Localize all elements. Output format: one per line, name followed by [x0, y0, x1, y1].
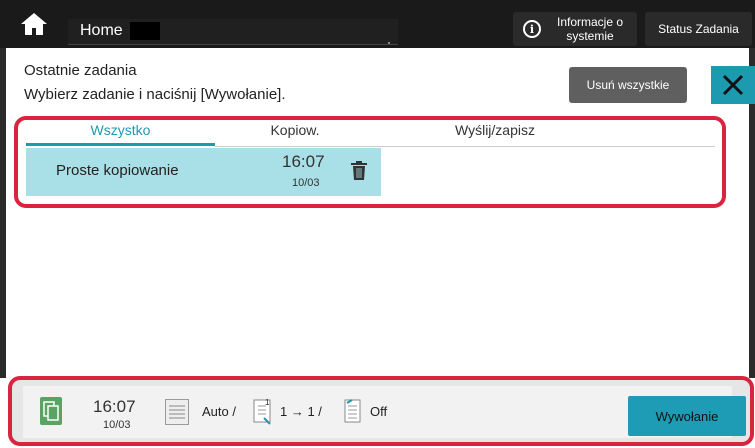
selected-job-date: 10/03: [103, 419, 131, 431]
tabs-divider: [215, 146, 715, 147]
copy-pages-icon: [43, 401, 59, 421]
page-instruction: Wybierz zadanie i naciśnij [Wywołanie].: [24, 86, 286, 103]
home-icon: [21, 13, 47, 35]
job-date: 10/03: [292, 177, 320, 189]
system-info-label: Informacje o systemie: [556, 15, 624, 43]
screen-border-left: [0, 48, 6, 378]
job-name: Proste kopiowanie: [56, 162, 179, 179]
job-time: 16:07: [282, 152, 325, 171]
paper-tray-icon: [169, 405, 185, 419]
finishing-setting: Off: [370, 404, 388, 419]
copy-job-icon: [40, 397, 62, 425]
duplex-setting: 1 → 1 /: [280, 404, 322, 419]
close-button[interactable]: [711, 66, 755, 104]
paper-icon: [165, 399, 189, 425]
home-button[interactable]: [12, 9, 56, 39]
close-icon: [722, 74, 744, 96]
page-title: Ostatnie zadania: [24, 62, 137, 79]
duplex-icon: 1: [253, 398, 271, 425]
tab-all[interactable]: Wszystko: [26, 122, 215, 138]
selected-job-time: 16:07: [93, 397, 136, 416]
recall-button[interactable]: Wywołanie: [628, 396, 746, 436]
trash-icon[interactable]: [350, 161, 368, 181]
delete-all-button[interactable]: Usuń wszystkie: [569, 67, 687, 103]
home-label: Home: [80, 22, 123, 39]
tab-copy[interactable]: Kopiow.: [230, 122, 360, 138]
system-info-button[interactable]: i Informacje o systemie: [513, 12, 637, 46]
dropdown-dot: [388, 42, 390, 44]
job-status-button[interactable]: Status Zadania: [645, 12, 752, 46]
info-icon: i: [523, 20, 541, 38]
tab-send-save[interactable]: Wyślij/zapisz: [420, 122, 570, 138]
paper-setting: Auto /: [202, 404, 236, 419]
tab-active-indicator: [26, 143, 215, 146]
address-field-fill: [130, 22, 160, 40]
svg-text:1: 1: [265, 398, 270, 407]
staple-icon: [344, 399, 361, 423]
